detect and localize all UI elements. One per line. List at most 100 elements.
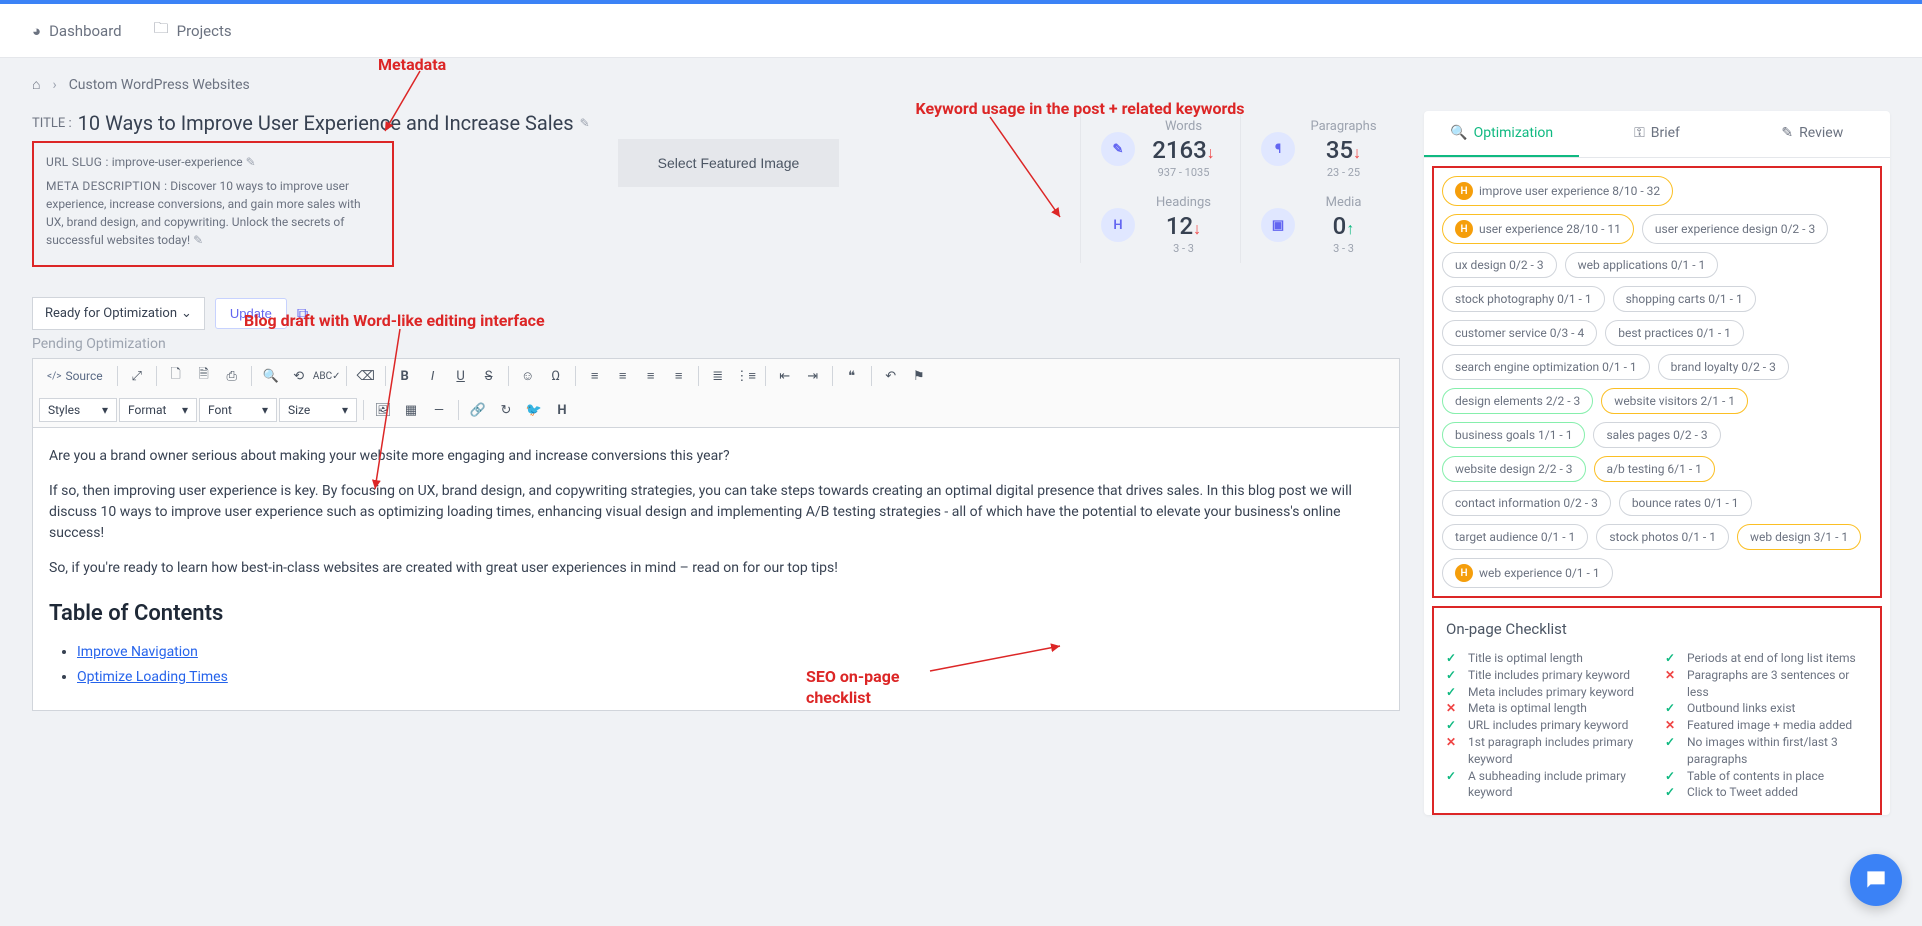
special-char-icon[interactable]: Ω [543,363,569,389]
keyword-chip[interactable]: best practices 0/1 - 1 [1605,320,1744,346]
top-nav: ◕ Dashboard 🗀 Projects [0,4,1922,58]
checklist-item: ✓Table of contents in place [1665,768,1868,785]
edit-slug-icon[interactable]: ✎ [246,155,256,169]
pending-status: Pending Optimization [32,336,1400,352]
keyword-chip[interactable]: Himprove user experience 8/10 - 32 [1442,176,1673,206]
keyword-chip[interactable]: web design 3/1 - 1 [1737,524,1861,550]
keyword-chip[interactable]: sales pages 0/2 - 3 [1593,422,1720,448]
stat-paragraphs-value: 35 [1326,136,1353,164]
editor-content[interactable]: Are you a brand owner serious about maki… [33,428,1399,710]
keyword-chip-label: brand loyalty 0/2 - 3 [1671,360,1776,374]
tab-brief[interactable]: ⚿ Brief [1579,111,1734,157]
checklist-item-label: Click to Tweet added [1687,784,1798,801]
keyword-chip-label: web design 3/1 - 1 [1750,530,1848,544]
replace-icon[interactable]: ⟲ [286,363,312,389]
outdent-icon[interactable]: ⇤ [772,363,798,389]
check-icon: ✓ [1446,717,1460,734]
keyword-chip[interactable]: brand loyalty 0/2 - 3 [1658,354,1789,380]
align-center-icon[interactable]: ≡ [610,363,636,389]
cross-icon: ✕ [1446,734,1460,751]
expand-icon[interactable]: ⤢ [124,363,150,389]
update-button[interactable]: Update [215,298,287,329]
keyword-chip[interactable]: business goals 1/1 - 1 [1442,422,1585,448]
stats-grid: ✎ Words 2163↓ 937 - 1035 ¶ Paragraphs 35… [1080,111,1400,263]
format-select[interactable]: Format▾ [119,398,197,422]
keyword-chip[interactable]: search engine optimization 0/1 - 1 [1442,354,1650,380]
strike-icon[interactable]: S [476,363,502,389]
keyword-chip[interactable]: Hweb experience 0/1 - 1 [1442,558,1613,588]
page-title-row: TITLE : 10 Ways to Improve User Experien… [32,111,590,135]
align-left-icon[interactable]: ≡ [582,363,608,389]
link-icon[interactable]: 🔗 [465,397,491,423]
checklist-item: ✕Featured image + media added [1665,717,1868,734]
size-select[interactable]: Size▾ [279,398,357,422]
remove-format-icon[interactable]: ⌫ [353,363,379,389]
checklist-item: ✕Meta is optimal length [1446,700,1649,717]
keyword-chip[interactable]: contact information 0/2 - 3 [1442,490,1611,516]
edit-meta-desc-icon[interactable]: ✎ [193,233,203,247]
styles-select[interactable]: Styles▾ [39,398,117,422]
source-button[interactable]: </>Source [39,365,111,387]
tab-optimization[interactable]: 🔍 Optimization [1424,111,1579,157]
keyword-chip[interactable]: design elements 2/2 - 3 [1442,388,1593,414]
keyword-chip[interactable]: shopping carts 0/1 - 1 [1613,286,1756,312]
select-featured-image-button[interactable]: Select Featured Image [618,139,840,187]
folder-icon: 🗀 [154,18,169,43]
find-icon[interactable]: 🔍 [258,363,284,389]
nav-projects[interactable]: 🗀 Projects [154,18,232,43]
save-icon[interactable]: 🗎 [191,363,217,389]
blockquote-icon[interactable]: ❝ [839,363,865,389]
keyword-chip[interactable]: a/b testing 6/1 - 1 [1594,456,1715,482]
keyword-chip[interactable]: Huser experience 28/10 - 11 [1442,214,1634,244]
insert-image-icon[interactable]: 🖼 [370,397,396,423]
new-doc-icon[interactable]: 🗋 [163,363,189,389]
bullet-list-icon[interactable]: ⋮≡ [733,363,759,389]
keyword-chip[interactable]: ux design 0/2 - 3 [1442,252,1557,278]
smiley-icon[interactable]: ☺ [515,363,541,389]
refresh-icon[interactable]: ↻ [493,397,519,423]
table-icon[interactable]: ▦ [398,397,424,423]
underline-icon[interactable]: U [448,363,474,389]
chat-button[interactable] [1850,854,1902,906]
hr-icon[interactable]: — [426,397,452,423]
align-justify-icon[interactable]: ≡ [666,363,692,389]
keyword-chip[interactable]: website design 2/2 - 3 [1442,456,1586,482]
keyword-chip[interactable]: stock photography 0/1 - 1 [1442,286,1605,312]
keyword-chip[interactable]: user experience design 0/2 - 3 [1642,214,1828,244]
status-select[interactable]: Ready for Optimization ⌄ [32,297,205,330]
toc-link-1[interactable]: Improve Navigation [77,644,198,660]
font-select[interactable]: Font▾ [199,398,277,422]
twitter-icon[interactable]: 🐦 [521,397,547,423]
toc-link-2[interactable]: Optimize Loading Times [77,669,228,685]
align-right-icon[interactable]: ≡ [638,363,664,389]
keyword-chip[interactable]: website visitors 2/1 - 1 [1601,388,1748,414]
keyword-chip[interactable]: customer service 0/3 - 4 [1442,320,1597,346]
spellcheck-icon[interactable]: ABC✓ [314,363,340,389]
keyword-chip-label: user experience design 0/2 - 3 [1655,222,1815,236]
checklist-item-label: Meta is optimal length [1468,700,1587,717]
heading-insert-icon[interactable]: H [549,397,575,423]
home-icon[interactable]: ⌂ [32,76,40,93]
nav-dashboard[interactable]: ◕ Dashboard [32,22,122,40]
toc-heading: Table of Contents [49,597,1383,630]
bold-icon[interactable]: B [392,363,418,389]
print-icon[interactable]: ⎙ [219,363,245,389]
checklist-item-label: Title is optimal length [1468,650,1583,667]
tab-review[interactable]: ✎ Review [1735,111,1890,157]
nav-projects-label: Projects [177,22,232,40]
edit-title-icon[interactable]: ✎ [580,116,590,130]
keyword-chip[interactable]: bounce rates 0/1 - 1 [1619,490,1752,516]
numbered-list-icon[interactable]: ≣ [705,363,731,389]
external-link-icon[interactable]: ⧉ [297,304,308,324]
image-icon: ▣ [1261,208,1295,242]
breadcrumb-project[interactable]: Custom WordPress Websites [69,77,250,93]
checklist-item-label: Title includes primary keyword [1468,667,1630,684]
keyword-chip[interactable]: stock photos 0/1 - 1 [1596,524,1729,550]
indent-icon[interactable]: ⇥ [800,363,826,389]
keyword-chip[interactable]: target audience 0/1 - 1 [1442,524,1588,550]
undo-icon[interactable]: ↶ [878,363,904,389]
keyword-chip[interactable]: web applications 0/1 - 1 [1565,252,1719,278]
content-p3: So, if you're ready to learn how best-in… [49,558,1383,579]
italic-icon[interactable]: I [420,363,446,389]
flag-icon[interactable]: ⚑ [906,363,932,389]
